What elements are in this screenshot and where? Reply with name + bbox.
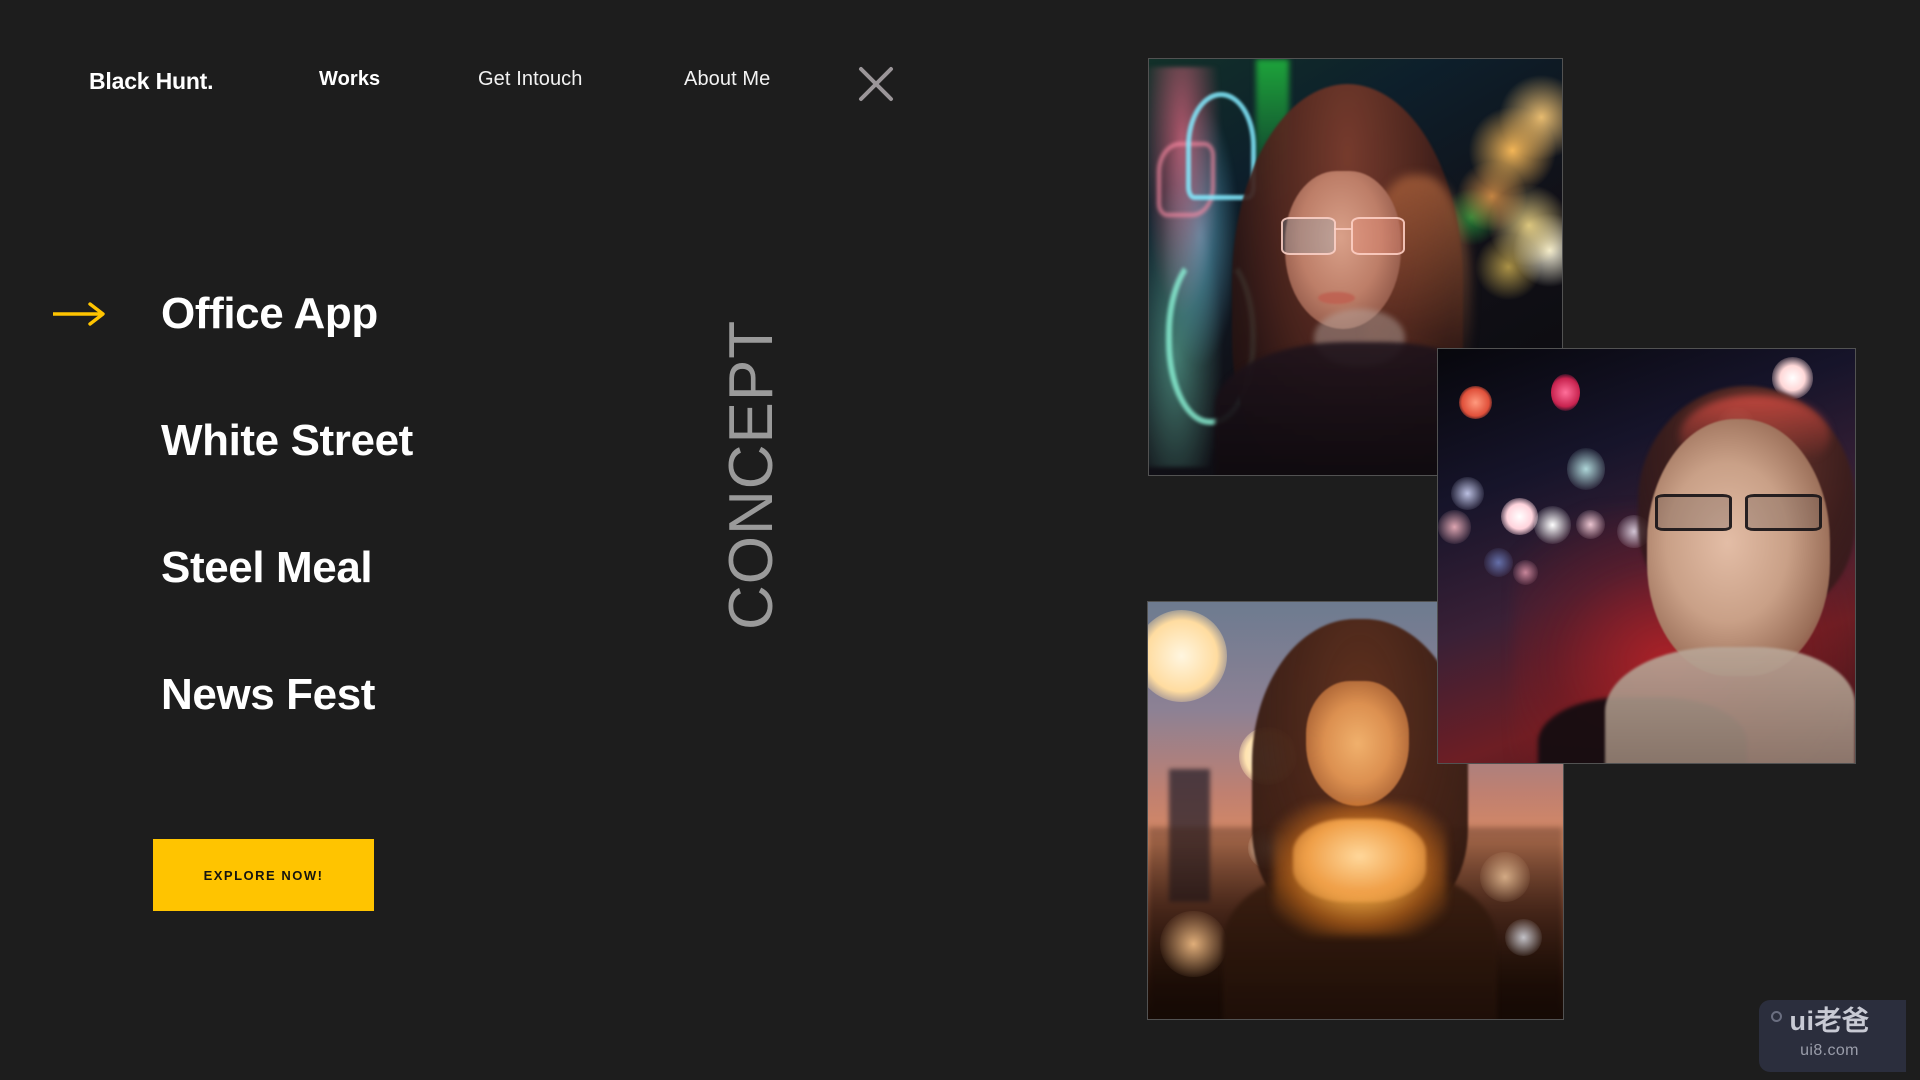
works-list: Office App White Street Steel Meal News … [0, 250, 700, 758]
photo-scene [1438, 349, 1855, 763]
watermark-sub-text: ui8.com [1800, 1042, 1859, 1059]
explore-now-button[interactable]: EXPLORE NOW! [153, 839, 374, 911]
brand-logo[interactable]: Black Hunt. [89, 68, 214, 95]
work-item-news-fest[interactable]: News Fest [0, 631, 700, 758]
work-item-steel-meal[interactable]: Steel Meal [0, 504, 700, 631]
work-item-label: News Fest [161, 669, 376, 719]
top-navigation: Black Hunt. Works Get Intouch About Me [0, 0, 1100, 140]
nav-item-get-intouch[interactable]: Get Intouch [478, 68, 583, 91]
watermark-badge: ui老爸 ui8.com [1759, 1000, 1906, 1072]
gallery-photo-city-bokeh[interactable] [1437, 348, 1856, 764]
work-item-label: Office App [161, 288, 378, 338]
close-icon[interactable] [854, 62, 898, 106]
work-item-office-app[interactable]: Office App [0, 250, 700, 377]
work-item-label: Steel Meal [161, 542, 373, 592]
arrow-right-icon [52, 301, 108, 327]
explore-now-label: EXPLORE NOW! [203, 867, 324, 883]
section-label-concept: CONCEPT [712, 0, 792, 630]
watermark-main-text: ui老爸 [1789, 1006, 1870, 1036]
nav-item-works[interactable]: Works [319, 68, 380, 91]
work-item-label: White Street [161, 415, 413, 465]
landing-page: Black Hunt. Works Get Intouch About Me O… [0, 0, 1920, 1080]
work-item-white-street[interactable]: White Street [0, 377, 700, 504]
concept-text: CONCEPT [717, 319, 786, 630]
